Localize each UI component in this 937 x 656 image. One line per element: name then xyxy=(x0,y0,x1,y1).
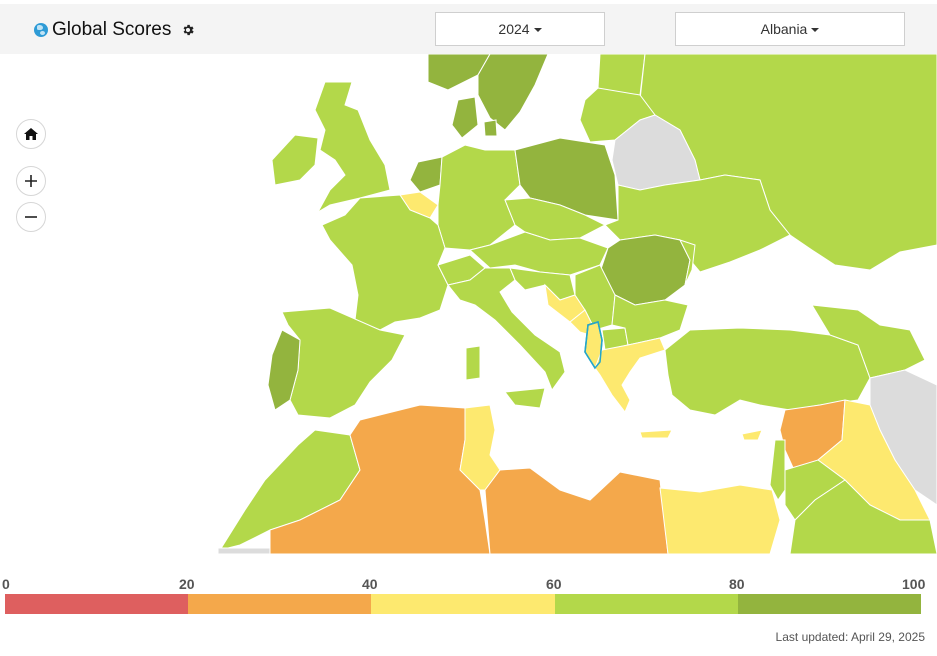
country-sweden[interactable] xyxy=(477,54,549,131)
gear-icon[interactable] xyxy=(181,23,195,37)
zoom-in-button[interactable] xyxy=(16,166,46,196)
country-crete[interactable] xyxy=(639,429,673,439)
country-sardinia[interactable] xyxy=(465,345,481,381)
legend-tick: 80 xyxy=(729,576,745,592)
color-legend: 0 20 40 60 80 100 xyxy=(0,574,937,624)
legend-tick: 0 xyxy=(2,576,10,592)
legend-band-20-40[interactable] xyxy=(188,594,371,614)
last-updated-text: Last updated: April 29, 2025 xyxy=(775,630,925,644)
year-dropdown[interactable]: 2024 xyxy=(435,12,605,46)
title-group: Global Scores xyxy=(34,19,195,41)
legend-band-60-80[interactable] xyxy=(555,594,738,614)
year-dropdown-value: 2024 xyxy=(498,21,530,37)
map-svg[interactable] xyxy=(0,54,937,554)
home-icon xyxy=(24,128,38,140)
country-dropdown[interactable]: Albania xyxy=(675,12,905,46)
minus-icon xyxy=(25,216,37,218)
choropleth-map[interactable] xyxy=(0,54,937,554)
country-dropdown-value: Albania xyxy=(760,21,808,37)
country-united-kingdom[interactable] xyxy=(314,81,391,214)
country-libya[interactable] xyxy=(484,467,669,554)
country-ireland[interactable] xyxy=(271,134,319,186)
globe-icon xyxy=(34,23,48,37)
home-button[interactable] xyxy=(16,119,46,149)
legend-tick: 40 xyxy=(362,576,378,592)
legend-band-0-20[interactable] xyxy=(5,594,188,614)
header-bar: Global Scores 2024 Albania xyxy=(0,4,937,54)
legend-tick: 100 xyxy=(902,576,926,592)
legend-band-80-100[interactable] xyxy=(738,594,921,614)
caret-down-icon xyxy=(533,28,542,32)
legend-band-40-60[interactable] xyxy=(371,594,555,614)
country-germany[interactable] xyxy=(437,144,521,251)
country-sicily[interactable] xyxy=(504,387,546,409)
page-title: Global Scores xyxy=(52,19,172,40)
country-netherlands[interactable] xyxy=(409,156,443,193)
caret-down-icon xyxy=(811,28,820,32)
country-egypt[interactable] xyxy=(659,484,781,554)
country-western-sahara[interactable] xyxy=(217,547,271,554)
country-greece[interactable] xyxy=(594,337,666,413)
plus-icon xyxy=(25,175,37,187)
legend-tick: 20 xyxy=(179,576,195,592)
zoom-out-button[interactable] xyxy=(16,202,46,232)
country-cyprus[interactable] xyxy=(741,429,763,441)
legend-tick: 60 xyxy=(546,576,562,592)
